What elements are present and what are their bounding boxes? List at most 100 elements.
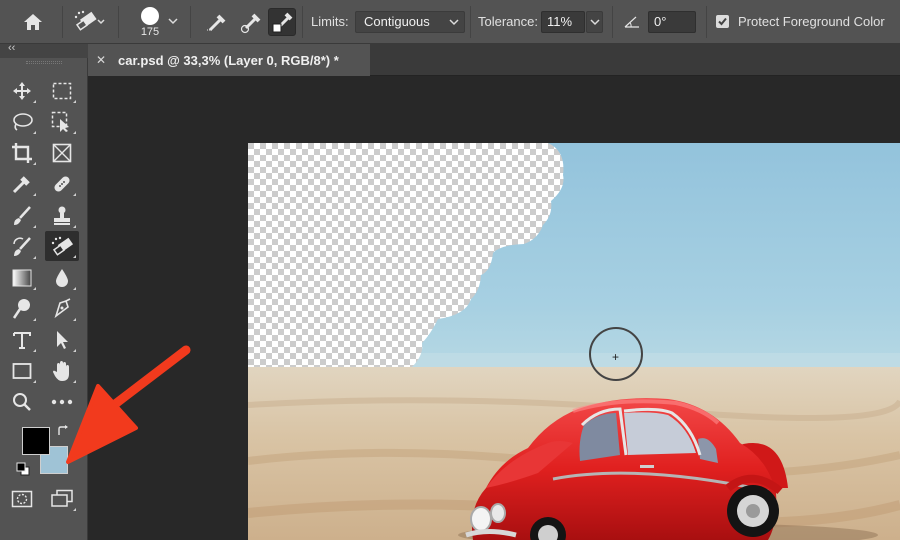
marquee-tool[interactable] [47,77,77,105]
brush-icon [14,206,31,225]
default-colors-button[interactable] [14,461,32,477]
submenu-indicator [73,318,76,321]
limits-select[interactable]: Contiguous [355,11,465,33]
lasso-icon [13,113,33,131]
angle-input[interactable]: 0° [648,11,696,33]
submenu-indicator [73,255,76,258]
screen-mode-icon [51,489,73,507]
tolerance-dropdown-button[interactable] [586,11,603,33]
crop-tool[interactable] [7,139,37,167]
home-icon [24,14,42,30]
collapse-toolbar-button[interactable]: ‹‹ [8,42,15,54]
quick-mask-button[interactable] [7,485,37,513]
history-brush-icon [13,237,31,256]
protect-foreground-checkbox[interactable] [716,15,729,28]
image-layer [248,143,900,540]
submenu-indicator [33,131,36,134]
crop-icon [12,143,32,163]
dodge-icon [12,299,30,319]
submenu-indicator [33,287,36,290]
submenu-indicator [73,508,76,511]
chevron-down-icon [589,19,600,26]
close-tab-button[interactable]: ✕ [96,53,106,67]
zoom-tool[interactable] [7,388,37,416]
chevron-down-icon [168,18,178,25]
eyedropper-continuous-icon [207,14,226,32]
background-eraser-tool[interactable] [45,231,79,261]
tool-preset-picker[interactable] [70,8,108,36]
bandage-icon [54,176,70,192]
gradient-tool[interactable] [7,264,37,292]
hand-tool[interactable] [47,357,77,385]
eyedropper-icon [12,176,30,194]
document-canvas[interactable]: + [248,143,900,540]
blur-tool[interactable] [47,264,77,292]
swap-arrow-icon [58,425,68,435]
gradient-icon [12,269,32,287]
swap-colors-button[interactable] [55,423,71,439]
brush-tip-preview [141,6,159,25]
submenu-indicator [33,318,36,321]
dodge-tool[interactable] [7,295,37,323]
brush-preset-picker[interactable]: 175 [130,4,170,40]
foreground-color-swatch[interactable] [22,427,50,455]
lasso-tool[interactable] [7,108,37,136]
options-bar: 175 Limits: Contiguous Tolerance: 11% 0°… [0,0,900,44]
default-colors-icon [16,462,30,476]
zoom-icon [13,393,31,411]
brush-tool[interactable] [7,202,37,230]
pen-tool[interactable] [47,295,77,323]
background-eraser-icon [74,10,105,31]
object-selection-tool[interactable] [47,108,77,136]
submenu-indicator [73,287,76,290]
tolerance-input[interactable]: 11% [541,11,585,33]
brush-dropdown-button[interactable] [166,14,180,28]
submenu-indicator [33,256,36,259]
move-icon [13,82,31,100]
submenu-indicator [73,131,76,134]
edit-toolbar-button[interactable] [47,388,77,416]
stamp-icon [54,206,70,225]
submenu-indicator [33,349,36,352]
sampling-background-swatch-button[interactable] [268,8,296,36]
drop-icon [56,269,68,287]
move-tool[interactable] [7,77,37,105]
submenu-indicator [73,193,76,196]
canvas-workspace[interactable]: + [89,77,900,540]
rectangle-icon [12,363,32,379]
quick-mask-icon [11,490,33,508]
document-tab[interactable]: ✕ car.psd @ 33,3% (Layer 0, RGB/8*) * [88,44,370,76]
frame-icon [52,143,72,163]
arrow-pointer-icon [57,331,68,349]
type-icon [13,332,31,349]
chevron-down-icon [449,19,459,26]
sampling-once-button[interactable] [236,8,264,36]
sampling-continuous-button[interactable] [202,8,230,36]
path-selection-tool[interactable] [47,326,77,354]
tolerance-label: Tolerance: [478,14,538,29]
toolbar: ‹‹ [0,42,88,540]
clone-stamp-tool[interactable] [47,202,77,230]
separator [612,6,613,38]
healing-brush-tool[interactable] [47,170,77,198]
eyedropper-once-icon [240,13,261,34]
screen-mode-button[interactable] [47,485,77,513]
checkmark-icon [718,17,727,26]
frame-tool[interactable] [47,139,77,167]
history-brush-tool[interactable] [7,233,37,261]
separator [190,6,191,38]
separator [62,6,63,38]
rectangle-tool[interactable] [7,357,37,385]
submenu-indicator [33,380,36,383]
type-tool[interactable] [7,326,37,354]
eyedropper-tool[interactable] [7,170,37,198]
limits-value: Contiguous [364,14,430,29]
background-eraser-icon [51,236,74,256]
protect-foreground-label: Protect Foreground Color [738,14,885,29]
submenu-indicator [73,225,76,228]
home-button[interactable] [20,10,46,34]
toolbar-header: ‹‹ [0,42,88,58]
toolbar-grip[interactable] [26,61,62,64]
submenu-indicator [73,100,76,103]
submenu-indicator [33,162,36,165]
